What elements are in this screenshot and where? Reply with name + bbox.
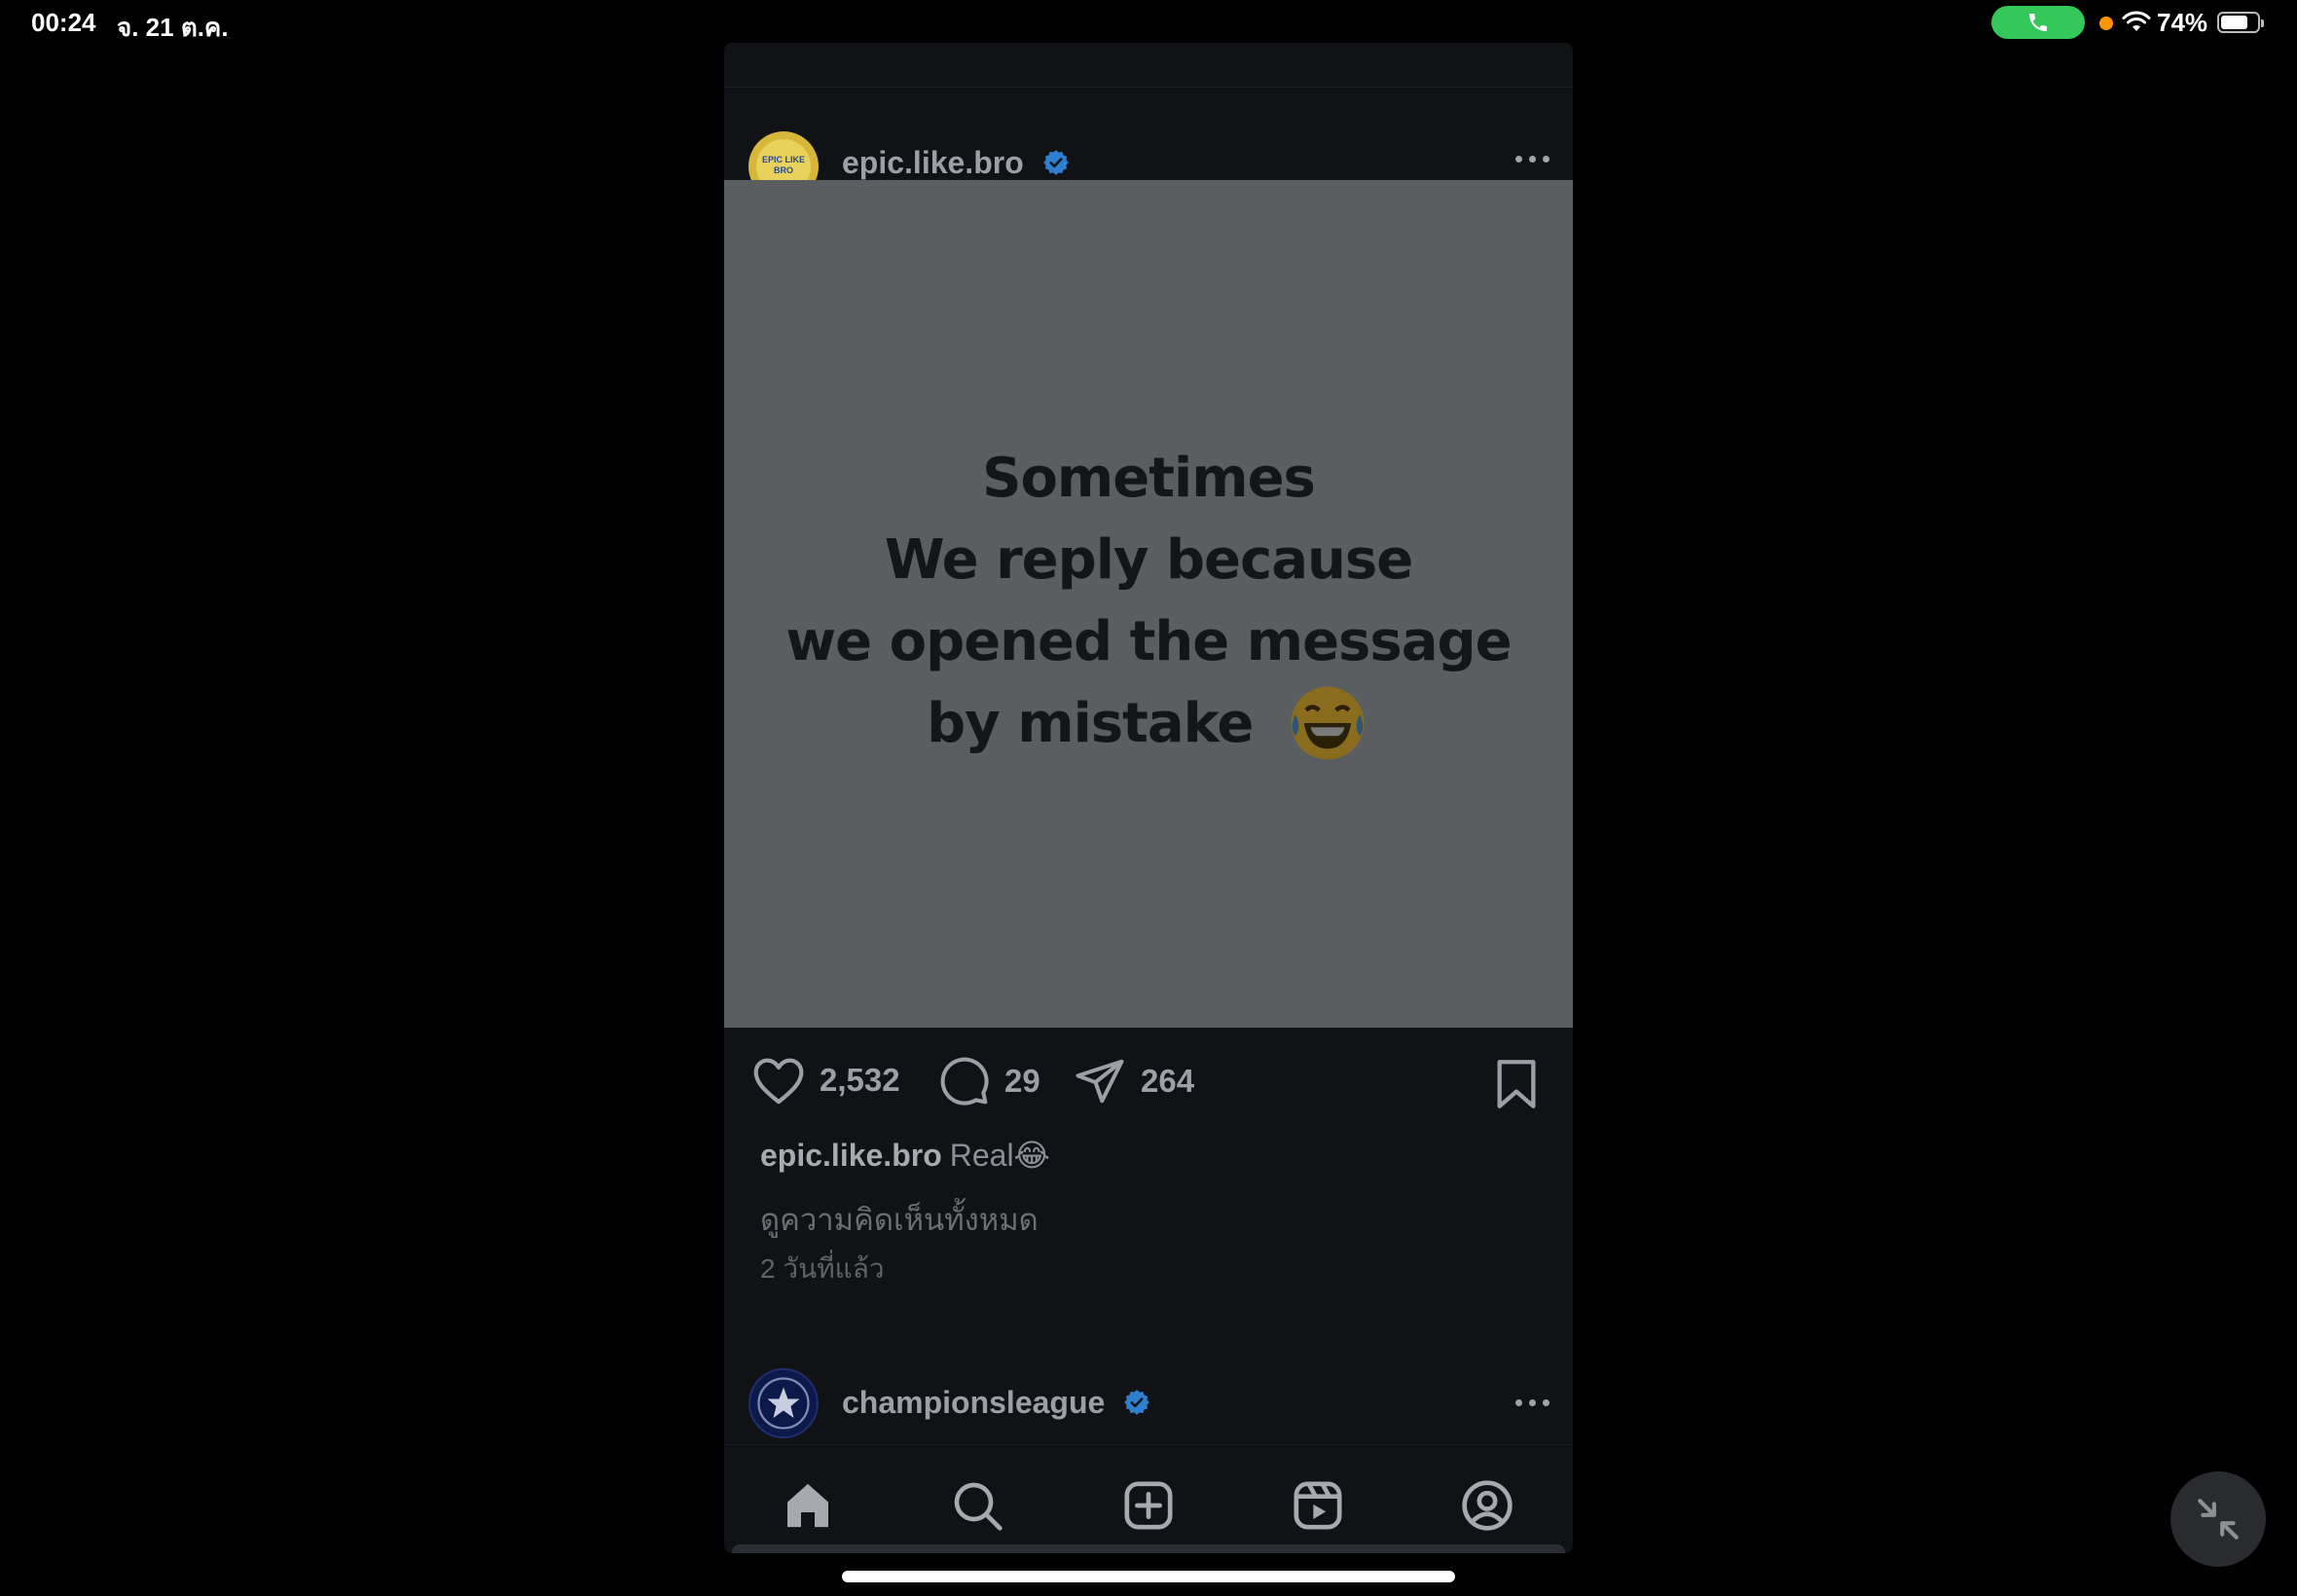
create-icon — [1124, 1481, 1173, 1530]
post-username[interactable]: epic.like.bro — [842, 145, 1070, 181]
home-icon — [787, 1483, 828, 1528]
nav-profile[interactable] — [1458, 1476, 1516, 1535]
status-date: จ. 21 ต.ค. — [117, 13, 229, 42]
status-bar: 00:24 จ. 21 ต.ค. 74% — [0, 0, 2297, 47]
search-icon — [954, 1482, 1003, 1531]
collapse-button[interactable] — [2170, 1471, 2266, 1567]
like-action[interactable]: 2,532 — [751, 1055, 900, 1106]
phone-icon — [2029, 14, 2047, 31]
post-actions: 2,532 29 264 — [724, 1035, 1573, 1113]
heart-icon — [753, 1058, 804, 1105]
avatar-logo-text: EPIC LIKE BRO — [762, 155, 805, 175]
quote-line-3: we opened the message — [785, 610, 1512, 674]
privacy-indicator-dot — [2099, 17, 2113, 30]
quote-line-1: Sometimes — [982, 447, 1316, 511]
post-caption: epic.like.bro Real😂 — [760, 1137, 1050, 1174]
battery-percent: 74% — [2157, 8, 2208, 37]
nav-home[interactable] — [779, 1476, 837, 1535]
quote-line-2: We reply because — [884, 528, 1413, 593]
next-post-username[interactable]: championsleague — [842, 1385, 1150, 1421]
post-image-text: Sometimes We reply because we opened the… — [785, 438, 1513, 770]
caption-username[interactable]: epic.like.bro — [760, 1138, 942, 1173]
nav-reels[interactable] — [1289, 1476, 1347, 1535]
collapse-arrows-icon — [2198, 1499, 2239, 1540]
battery-icon — [2217, 12, 2264, 33]
share-action[interactable]: 264 — [1073, 1055, 1194, 1107]
comment-count: 29 — [1004, 1063, 1040, 1099]
more-options-icon[interactable] — [1515, 1399, 1550, 1406]
post-username-text: epic.like.bro — [842, 145, 1024, 180]
like-count: 2,532 — [820, 1062, 900, 1098]
caption-text: Real😂 — [949, 1138, 1050, 1173]
verified-badge-icon — [1042, 149, 1069, 175]
bookmark-icon[interactable] — [1495, 1059, 1538, 1109]
nav-create[interactable] — [1119, 1476, 1178, 1535]
starball-icon — [757, 1377, 810, 1430]
active-call-pill[interactable] — [1991, 6, 2085, 39]
status-time: 00:24 — [31, 8, 96, 37]
wifi-icon — [2122, 11, 2151, 31]
nav-search[interactable] — [948, 1476, 1006, 1535]
next-post-username-text: championsleague — [842, 1385, 1106, 1420]
post-image[interactable]: Sometimes We reply because we opened the… — [724, 180, 1573, 1028]
reels-icon — [1294, 1481, 1342, 1530]
view-all-comments-link[interactable]: ดูความคิดเห็นทั้งหมด — [760, 1195, 1039, 1244]
profile-icon — [1462, 1480, 1513, 1531]
comment-action[interactable]: 29 — [938, 1055, 1040, 1107]
bottom-nav-bar — [724, 1444, 1573, 1553]
nav-bottom-edge — [732, 1544, 1565, 1553]
home-indicator[interactable] — [842, 1571, 1455, 1582]
app-top-strip — [724, 43, 1573, 88]
send-icon — [1076, 1059, 1124, 1104]
verified-badge-icon — [1124, 1389, 1150, 1415]
next-post-avatar[interactable] — [748, 1368, 819, 1438]
share-count: 264 — [1141, 1063, 1195, 1099]
battery-fill — [2221, 16, 2247, 29]
quote-line-4: by mistake — [927, 692, 1254, 756]
comment-icon — [940, 1057, 989, 1106]
instagram-app-window: EPIC LIKE BRO epic.like.bro Sometimes We… — [724, 43, 1573, 1553]
more-options-icon[interactable] — [1515, 156, 1550, 163]
post-timestamp: 2 วันที่แล้ว — [760, 1253, 885, 1284]
next-post-header: championsleague — [724, 1347, 1573, 1454]
laughing-emoji-icon — [1291, 686, 1365, 760]
